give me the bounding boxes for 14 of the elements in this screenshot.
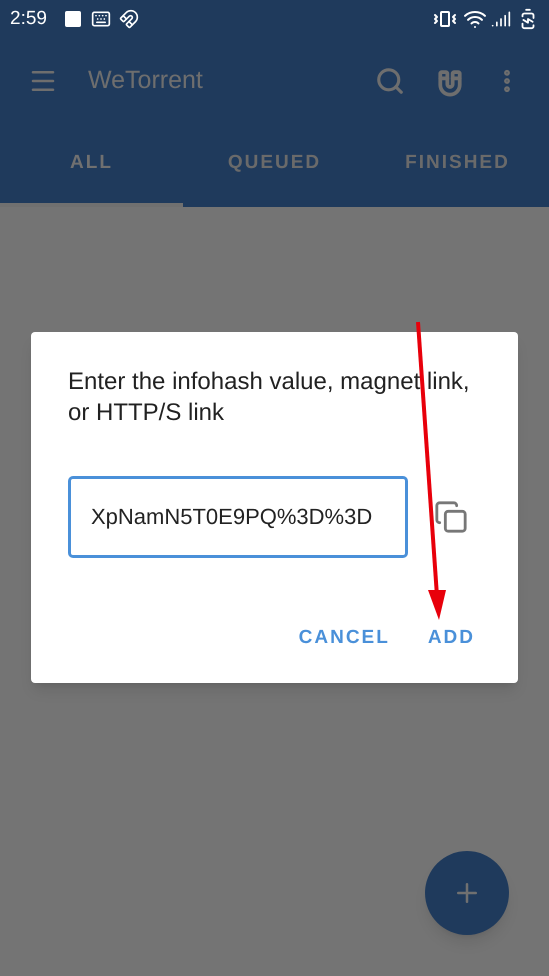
- status-time: 2:59: [10, 6, 47, 31]
- tab[interactable]: FINISHED: [366, 124, 549, 207]
- input-field[interactable]: XpNamN5T0E9PQ%3D%3D: [68, 476, 408, 558]
- dialog-button[interactable]: ADD: [428, 624, 475, 652]
- copy-icon[interactable]: [434, 500, 468, 534]
- magnet-icon: [118, 9, 139, 29]
- app-title: WeTorrent: [88, 65, 204, 96]
- tab[interactable]: ALL: [0, 124, 183, 207]
- dialog-title: Enter the infohash value, magnet link, or HTTP/S link: [68, 367, 471, 428]
- keyboard-icon: [90, 9, 111, 29]
- search-icon[interactable]: [375, 66, 405, 96]
- signal-icon: [491, 9, 511, 29]
- dialog-button[interactable]: CANCEL: [298, 624, 390, 652]
- tab[interactable]: QUEUED: [183, 124, 366, 207]
